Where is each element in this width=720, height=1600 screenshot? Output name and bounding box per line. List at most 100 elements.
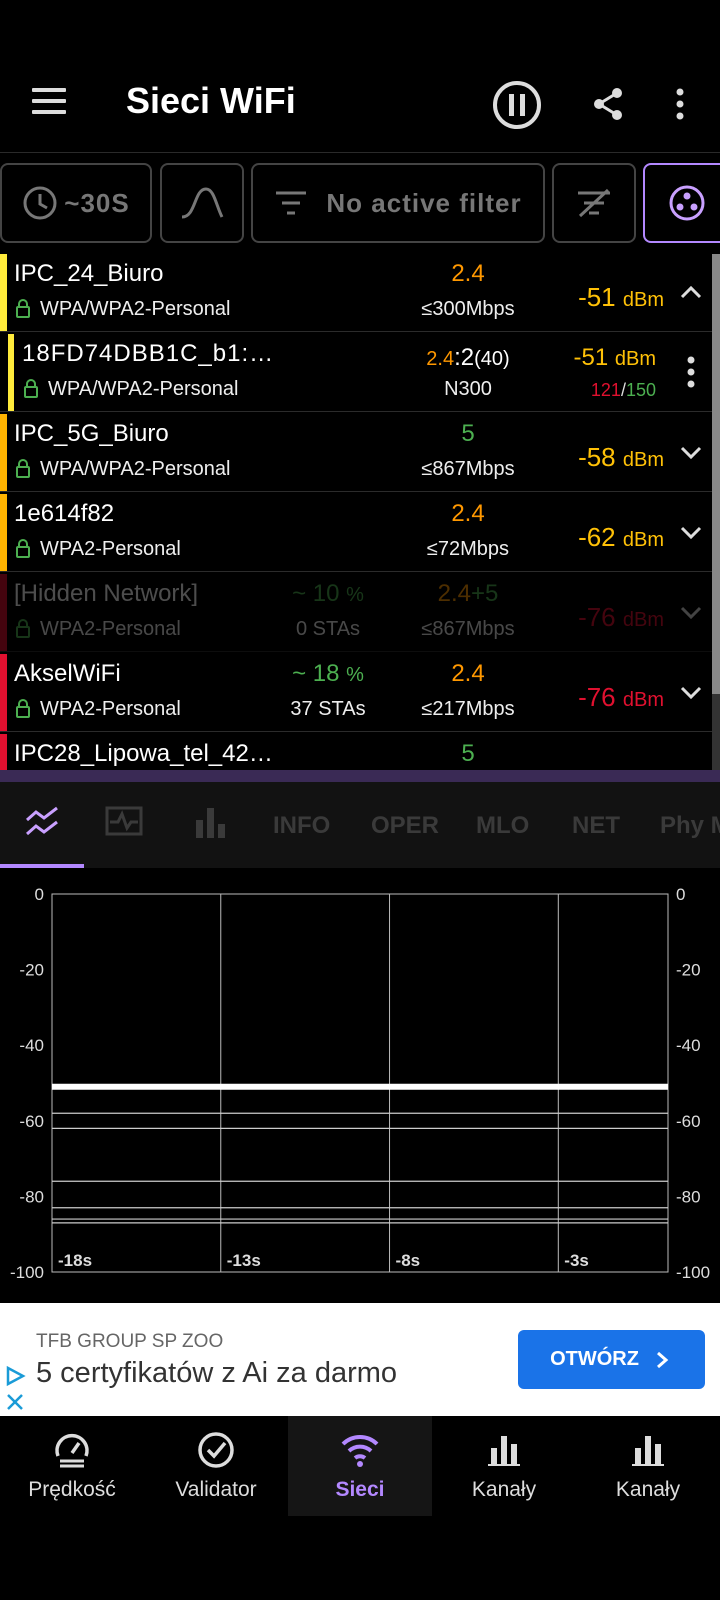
network-ssid: AkselWiFi — [14, 660, 121, 687]
chevron-down-icon[interactable] — [676, 600, 706, 624]
ad-headline[interactable]: 5 certyfikatów z Ai za darmo — [36, 1357, 397, 1390]
channel-info: 2.4:2(40) — [426, 344, 510, 371]
curve-button[interactable] — [160, 163, 244, 243]
x-tick-label: -18s — [58, 1251, 92, 1270]
chevron-down-icon[interactable] — [676, 680, 706, 704]
more-vert-icon[interactable] — [686, 356, 696, 388]
interval-button[interactable]: ~30S — [0, 163, 152, 243]
header-divider — [0, 152, 720, 153]
bottom-navigation: Prędkość Validator Sieci Kanały Kanały — [0, 1416, 720, 1516]
network-row[interactable]: 1e614f82 WPA2-Personal 2.4 ≤72Mbps -62 d… — [0, 494, 712, 572]
network-rate: ≤300Mbps — [421, 298, 515, 320]
menu-icon[interactable] — [32, 88, 66, 121]
y-tick-label-left: -60 — [19, 1112, 44, 1131]
station-count: 0 STAs — [295, 618, 361, 640]
y-tick-label-right: 0 — [676, 885, 685, 904]
filter-icon — [276, 191, 307, 215]
network-band: 2.4 — [451, 500, 485, 527]
signal-stripe — [8, 334, 14, 411]
y-tick-label-left: 0 — [35, 885, 44, 904]
channel-utilization: ~ 10 % — [292, 580, 364, 607]
network-rate: ≤217Mbps — [421, 698, 515, 720]
nav-channels-2[interactable]: Kanały — [576, 1416, 720, 1516]
network-security: WPA/WPA2-Personal — [40, 458, 231, 480]
ad-close-icon[interactable] — [4, 1391, 26, 1413]
nav-channels[interactable]: Kanały — [432, 1416, 576, 1516]
network-signal: -58 dBm — [578, 442, 664, 472]
network-rate: ≤867Mbps — [421, 458, 515, 480]
more-vert-icon[interactable] — [668, 86, 692, 122]
network-signal: -51 dBm — [578, 282, 664, 312]
clear-filter-button[interactable] — [552, 163, 636, 243]
bar-chart-icon — [196, 808, 225, 838]
network-security: WPA2-Personal — [40, 538, 181, 560]
network-band: 2.4 — [451, 660, 485, 687]
tab-net[interactable]: NET — [572, 812, 620, 840]
signal-graph-icon — [26, 806, 58, 836]
network-signal: -76 dBm — [578, 682, 664, 712]
network-row[interactable]: IPC28_Lipowa_tel_42… 5 — [0, 734, 712, 770]
nav-networks[interactable]: Sieci — [288, 1416, 432, 1516]
y-tick-label-left: -40 — [19, 1036, 44, 1055]
y-tick-label-right: -80 — [676, 1187, 701, 1206]
lock-icon — [16, 619, 30, 638]
chevron-up-icon[interactable] — [676, 280, 706, 304]
access-point-row[interactable]: 18FD74DBB1C_b1:… WPA/WPA2-Personal 2.4:2… — [0, 334, 712, 412]
network-security: WPA2-Personal — [40, 618, 181, 640]
tab-info[interactable]: INFO — [273, 812, 330, 840]
wifi-icon — [341, 1434, 379, 1467]
signal-stripe — [0, 414, 7, 491]
network-row[interactable]: IPC_24_Biuro WPA/WPA2-Personal 2.4 ≤300M… — [0, 254, 712, 332]
ad-open-button[interactable]: OTWÓRZ — [518, 1330, 705, 1389]
panel-divider[interactable] — [0, 770, 720, 782]
list-scroll-thumb[interactable] — [712, 254, 720, 694]
tab-phy[interactable]: Phy M — [660, 812, 720, 840]
network-ssid: IPC_5G_Biuro — [14, 420, 169, 447]
check-circle-icon — [198, 1432, 234, 1468]
network-row[interactable]: [Hidden Network] WPA2-Personal ~ 10 % 0 … — [0, 574, 712, 652]
filter-button[interactable]: No active filter — [251, 163, 545, 243]
share-button[interactable] — [588, 84, 628, 124]
network-signal: -51 dBm — [573, 344, 656, 371]
monitor-icon — [105, 806, 143, 836]
clock-icon — [23, 186, 57, 220]
network-rate: ≤72Mbps — [426, 538, 510, 560]
signal-stripe — [0, 654, 7, 731]
ad-advertiser: TFB GROUP SP ZOO — [36, 1331, 224, 1352]
tab-graph[interactable] — [0, 782, 84, 868]
tab-monitor[interactable] — [104, 804, 144, 840]
y-tick-label-right: -40 — [676, 1036, 701, 1055]
link-speed: 121/150 — [590, 380, 656, 400]
network-band: 5 — [461, 740, 475, 767]
nav-speed[interactable]: Prędkość — [0, 1416, 144, 1516]
pause-button[interactable] — [492, 80, 542, 130]
ad-open-label: OTWÓRZ — [550, 1348, 639, 1370]
nav-validator-label: Validator — [175, 1478, 257, 1501]
tab-oper[interactable]: OPER — [371, 812, 439, 840]
network-security: WPA/WPA2-Personal — [40, 298, 231, 320]
network-row[interactable]: AkselWiFi WPA2-Personal ~ 18 % 37 STAs 2… — [0, 654, 712, 732]
tab-mlo[interactable]: MLO — [476, 812, 529, 840]
nav-validator[interactable]: Validator — [144, 1416, 288, 1516]
lock-icon — [24, 379, 38, 398]
nav-networks-label: Sieci — [335, 1478, 385, 1501]
bar-chart-icon — [632, 1436, 664, 1466]
tab-bars[interactable] — [192, 804, 228, 840]
ad-banner[interactable]: TFB GROUP SP ZOO 5 certyfikatów z Ai za … — [0, 1303, 720, 1416]
network-row[interactable]: IPC_5G_Biuro WPA/WPA2-Personal 5 ≤867Mbp… — [0, 414, 712, 492]
group-button[interactable] — [643, 163, 720, 243]
lock-icon — [16, 699, 30, 718]
lock-icon — [16, 539, 30, 558]
network-standard: N300 — [444, 378, 492, 400]
signal-stripe — [0, 734, 7, 770]
chevron-down-icon[interactable] — [676, 520, 706, 544]
page-title: Sieci WiFi — [126, 80, 296, 121]
x-tick-label: -8s — [396, 1251, 421, 1270]
x-tick-label: -3s — [564, 1251, 589, 1270]
chevron-down-icon[interactable] — [676, 440, 706, 464]
chevron-right-icon — [656, 1351, 669, 1368]
network-list[interactable]: IPC_24_Biuro WPA/WPA2-Personal 2.4 ≤300M… — [0, 254, 720, 770]
interval-label: ~30S — [64, 187, 130, 218]
adchoices-icon[interactable] — [4, 1365, 26, 1387]
x-tick-label: -13s — [227, 1251, 261, 1270]
